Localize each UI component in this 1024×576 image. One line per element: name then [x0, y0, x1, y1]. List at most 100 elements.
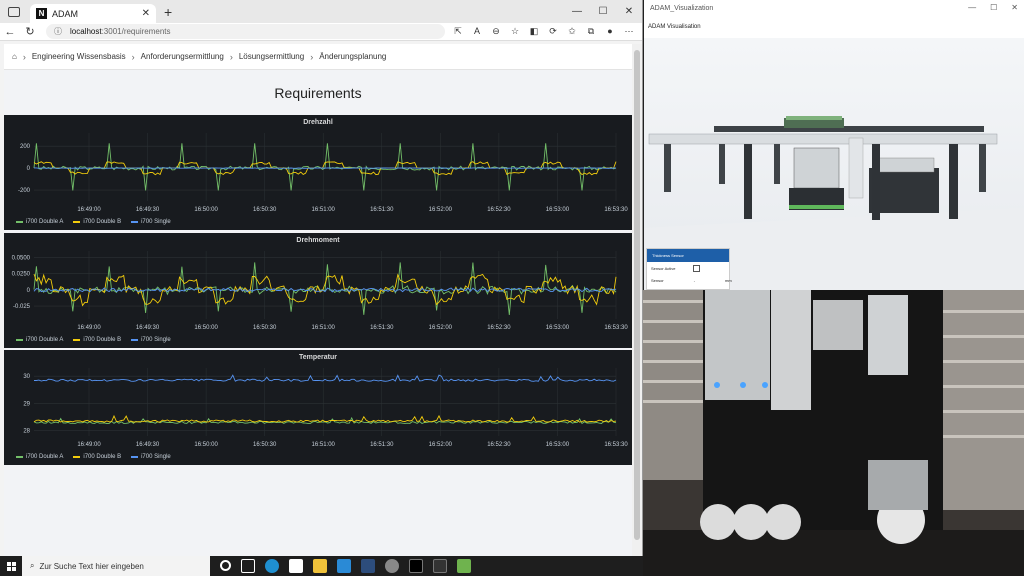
home-icon[interactable]: ⌂ [12, 52, 17, 61]
legend-label: i700 Single [141, 454, 171, 460]
app-icon[interactable] [433, 559, 447, 573]
legend-item[interactable]: i700 Single [131, 454, 171, 460]
legend-item[interactable]: i700 Double A [16, 337, 63, 343]
sensor-value: - [693, 277, 696, 283]
breadcrumb-item[interactable]: Änderungsplanung [319, 52, 386, 61]
x-tick-label: 16:53:00 [546, 442, 570, 448]
chart-panel-drehmoment[interactable]: Drehmoment 0.0500 0.0250 0 -0.025 16:49:00 16… [4, 233, 632, 348]
legend: i700 Double A i700 Double B i700 Single [16, 219, 171, 225]
profile-icon[interactable]: ● [603, 26, 617, 37]
legend-item[interactable]: i700 Double A [16, 454, 63, 460]
refresh-ext-icon[interactable]: ⟳ [546, 26, 560, 37]
x-tick-label: 16:51:00 [312, 207, 336, 213]
url-host: localhost [70, 27, 102, 36]
sensor-active-label: Sensor Active [651, 265, 676, 271]
close-icon[interactable]: ✕ [616, 0, 642, 23]
vis-menu: ADAM Visualisation [644, 16, 1024, 38]
visualization-window: ADAM_Visualization — ☐ ✕ ADAM Visualisat… [644, 0, 1024, 290]
favorites-icon[interactable]: ✩ [565, 26, 579, 37]
minimize-icon[interactable]: — [968, 0, 976, 16]
legend-item[interactable]: i700 Double B [73, 219, 121, 225]
y-tick-label: -200 [18, 188, 31, 194]
file-explorer-icon[interactable] [313, 559, 327, 573]
breadcrumb-item[interactable]: Anforderungsermittlung [141, 52, 224, 61]
search-placeholder: Zur Suche Text hier eingeben [39, 561, 144, 571]
start-button[interactable] [0, 556, 22, 576]
breadcrumb-item[interactable]: Lösungsermittlung [239, 52, 304, 61]
x-tick-label: 16:53:30 [604, 207, 628, 213]
maximize-icon[interactable]: ☐ [990, 0, 997, 16]
favorite-add-icon[interactable]: ☆ [508, 26, 522, 37]
y-tick-label: 29 [23, 401, 30, 407]
sensor-row: Sensor - mm [647, 274, 732, 286]
terminal-icon[interactable] [361, 559, 375, 573]
collections-icon[interactable]: ⧉ [584, 26, 598, 37]
chart-panel-temperatur[interactable]: Temperatur 30 29 28 16:49:00 16:49:30 16:50:0… [4, 350, 632, 465]
breadcrumb-item[interactable]: Engineering Wissensbasis [32, 52, 126, 61]
legend-item[interactable]: i700 Double A [16, 219, 63, 225]
chart-panel-drehzahl[interactable]: Drehzahl 200 0 -200 16:49:00 16:49:30 16:50:0… [4, 115, 632, 230]
legend-label: i700 Double B [83, 337, 122, 343]
y-tick-label: -0.025 [13, 304, 31, 310]
maximize-icon[interactable]: ☐ [590, 0, 616, 23]
x-tick-label: 16:49:00 [77, 207, 101, 213]
vis-window-controls: — ☐ ✕ [968, 0, 1018, 16]
adam-icon[interactable] [289, 559, 303, 573]
more-icon[interactable]: ⋯ [622, 26, 636, 37]
x-tick-label: 16:49:00 [77, 442, 101, 448]
vscode-icon[interactable] [337, 559, 351, 573]
legend-item[interactable]: i700 Single [131, 337, 171, 343]
x-tick-label: 16:51:00 [312, 325, 336, 331]
browser-tab[interactable]: N ADAM ✕ [30, 4, 156, 23]
chevron-right-icon: › [310, 51, 314, 62]
legend-label: i700 Single [141, 337, 171, 343]
y-tick-label: 200 [20, 144, 31, 150]
page-title: Requirements [274, 85, 362, 101]
x-tick-label: 16:51:00 [312, 442, 336, 448]
legend-item[interactable]: i700 Double B [73, 454, 121, 460]
legend-label: i700 Double A [26, 454, 64, 460]
y-tick-label: 0 [27, 288, 31, 294]
legend-item[interactable]: i700 Single [131, 219, 171, 225]
scrollbar-thumb[interactable] [634, 50, 640, 540]
taskbar-search[interactable]: ⌕ Zur Suche Text hier eingeben [22, 556, 210, 576]
back-icon[interactable]: ← [0, 26, 20, 38]
x-tick-label: 16:49:30 [136, 325, 160, 331]
y-tick-label: 0.0500 [12, 255, 31, 261]
close-icon[interactable]: ✕ [1011, 0, 1018, 16]
x-tick-label: 16:49:30 [136, 207, 160, 213]
new-tab-icon[interactable]: + [164, 4, 172, 20]
extensions-icon[interactable]: ◧ [527, 26, 541, 37]
cmd-icon[interactable] [409, 559, 423, 573]
url-field[interactable]: ⓘ localhost:3001/requirements [46, 24, 445, 39]
info-icon[interactable]: ⓘ [54, 26, 62, 37]
series-line [33, 414, 617, 423]
share-icon[interactable]: ⇱ [451, 26, 465, 37]
sensor-active-checkbox[interactable] [693, 264, 701, 272]
zoom-icon[interactable]: ⊖ [489, 26, 503, 37]
x-tick-label: 16:50:00 [194, 442, 218, 448]
cortana-icon[interactable] [220, 560, 231, 571]
read-aloud-icon[interactable]: A [470, 26, 484, 37]
legend-label: i700 Double B [83, 454, 122, 460]
refresh-icon[interactable]: ↻ [20, 25, 40, 38]
tab-actions-icon[interactable] [8, 6, 20, 17]
notepad-icon[interactable] [457, 559, 471, 573]
tab-close-icon[interactable]: ✕ [142, 8, 150, 19]
address-bar: ← ↻ ⓘ localhost:3001/requirements ⇱ A ⊖ … [0, 23, 642, 41]
chrome-icon[interactable] [385, 559, 399, 573]
legend-label: i700 Double A [26, 337, 64, 343]
x-tick-label: 16:52:00 [429, 207, 453, 213]
x-tick-label: 16:51:30 [370, 442, 394, 448]
chart-drehmoment: 0.0500 0.0250 0 -0.025 16:49:00 16:49:30 16:50… [12, 251, 628, 331]
tab-title: ADAM [52, 8, 79, 19]
hardware-camera-feed [643, 290, 1024, 576]
legend-item[interactable]: i700 Double B [73, 337, 121, 343]
task-view-icon[interactable] [241, 559, 255, 573]
chevron-right-icon: › [229, 51, 233, 62]
minimize-icon[interactable]: — [564, 0, 590, 23]
scrollbar[interactable] [632, 44, 642, 556]
legend-label: i700 Double A [26, 219, 64, 225]
x-tick-label: 16:52:30 [487, 442, 511, 448]
edge-icon[interactable] [265, 559, 279, 573]
